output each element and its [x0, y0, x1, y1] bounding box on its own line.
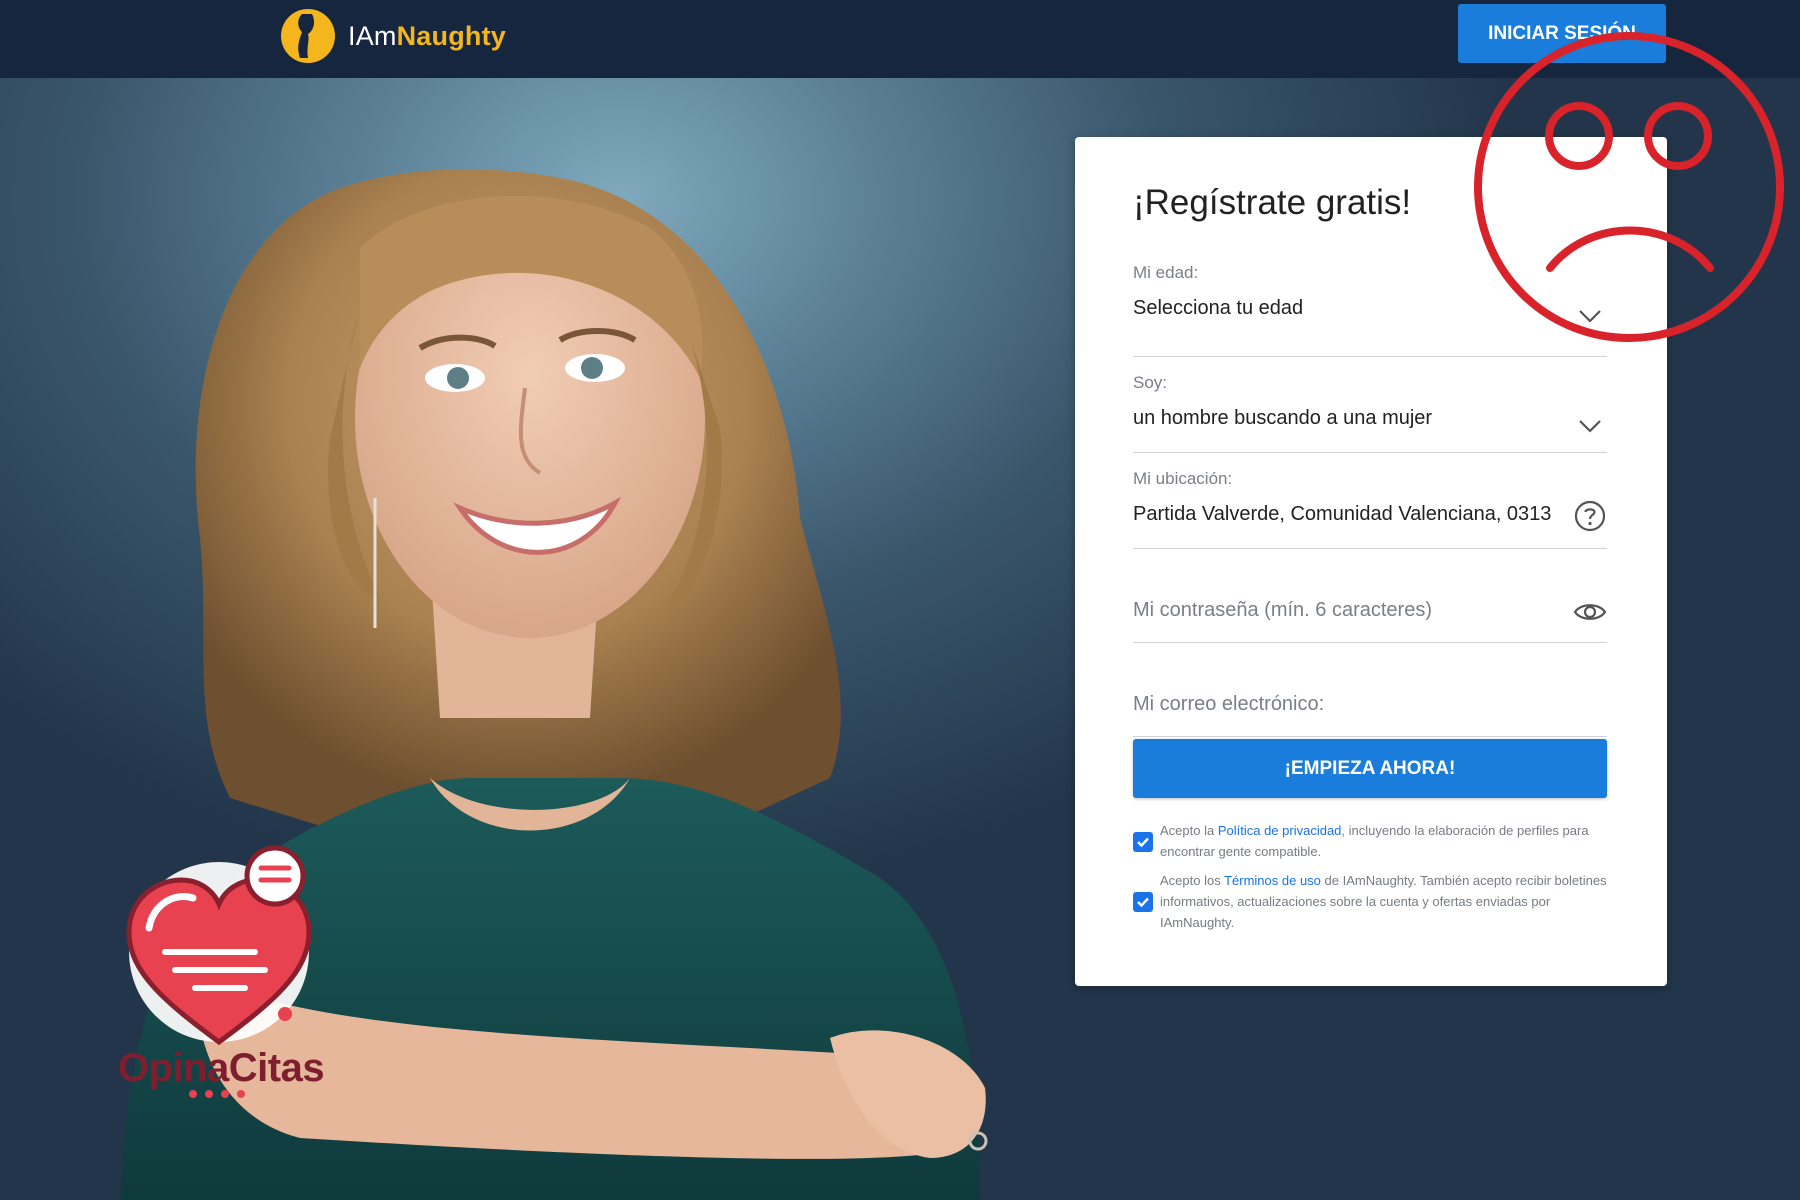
age-label: Mi edad: — [1133, 263, 1199, 282]
brand-logo[interactable]: IAmNaughty — [278, 6, 506, 66]
privacy-policy-link[interactable]: Política de privacidad — [1218, 823, 1342, 838]
brand-logo-icon — [281, 9, 335, 63]
privacy-text-before: Acepto la — [1160, 823, 1218, 838]
check-icon — [1137, 897, 1149, 908]
check-icon — [1137, 837, 1149, 848]
privacy-checkbox[interactable] — [1133, 832, 1153, 852]
soy-value: un hombre buscando a una mujer — [1133, 407, 1433, 429]
brand-prefix: IAm — [348, 20, 397, 51]
password-placeholder[interactable]: Mi contraseña (mín. 6 caracteres) — [1133, 599, 1563, 622]
terms-text-before: Acepto los — [1160, 873, 1225, 888]
terms-consent-text: Acepto los Términos de uso de IAmNaughty… — [1160, 870, 1607, 933]
start-now-button[interactable]: ¡EMPIEZA AHORA! — [1133, 739, 1607, 798]
location-field[interactable]: Mi ubicación: Partida Valverde, Comunida… — [1133, 453, 1607, 549]
brand-accent: Naughty — [396, 20, 507, 51]
soy-label: Soy: — [1133, 373, 1168, 392]
terms-of-use-link[interactable]: Términos de uso — [1224, 873, 1321, 888]
chevron-down-icon[interactable] — [1573, 409, 1607, 443]
watermark-text: OpinaCitas — [117, 1046, 325, 1090]
form-title: ¡Regístrate gratis! — [1133, 183, 1412, 222]
email-field[interactable]: Mi correo electrónico: — [1133, 643, 1607, 737]
question-circle-icon[interactable] — [1573, 499, 1607, 533]
privacy-consent-text: Acepto la Política de privacidad, incluy… — [1160, 820, 1607, 862]
soy-select[interactable]: Soy: un hombre buscando a una mujer — [1133, 357, 1607, 453]
email-placeholder[interactable]: Mi correo electrónico: — [1133, 693, 1563, 716]
privacy-consent: Acepto la Política de privacidad, incluy… — [1133, 820, 1607, 862]
terms-checkbox[interactable] — [1133, 892, 1153, 912]
location-label: Mi ubicación: — [1133, 469, 1233, 488]
sad-face-icon — [1474, 32, 1784, 342]
password-field[interactable]: Mi contraseña (mín. 6 caracteres) — [1133, 549, 1607, 643]
brand-name: IAmNaughty — [348, 21, 506, 52]
eye-icon[interactable] — [1573, 595, 1607, 629]
terms-consent: Acepto los Términos de uso de IAmNaughty… — [1133, 870, 1607, 933]
location-value[interactable]: Partida Valverde, Comunidad Valenciana, … — [1133, 503, 1563, 526]
